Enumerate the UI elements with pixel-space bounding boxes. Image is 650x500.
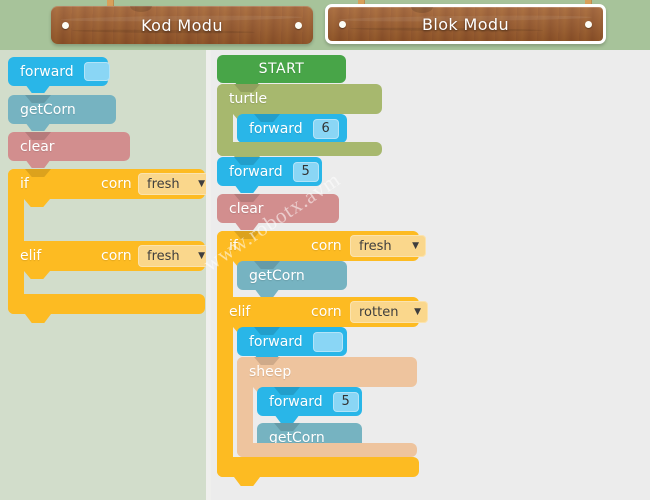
block-notch	[25, 84, 51, 93]
workspace-start-block[interactable]: START	[217, 55, 346, 90]
palette-block-if-elif[interactable]: if corn fresh ▼ elif corn fresh ▼	[8, 169, 212, 323]
mode-tab-bar: Kod Modu Blok Modu	[0, 0, 650, 50]
palette-if-state-dropdown[interactable]: fresh ▼	[138, 173, 212, 195]
workspace-sheep-header[interactable]: sheep	[237, 357, 417, 387]
workspace-clear-label: clear	[229, 200, 264, 217]
workspace-elif-variable: corn	[311, 304, 342, 320]
palette-forward-value-slot[interactable]	[83, 62, 110, 81]
workspace-forward-elif-value[interactable]	[312, 331, 343, 352]
control-block-foot	[237, 443, 417, 457]
workspace-forward-elif-label: forward	[249, 333, 303, 350]
workspace-forward-sheep-label: forward	[269, 393, 323, 410]
palette-if-state-value: fresh	[147, 176, 180, 192]
workspace-block-clear[interactable]: clear	[217, 194, 339, 230]
workspace-elif-header[interactable]: elif corn rotten ▼	[217, 297, 428, 327]
palette-block-forward[interactable]: forward	[8, 57, 110, 93]
chevron-down-icon: ▼	[198, 250, 205, 261]
palette-elif-variable: corn	[101, 248, 132, 264]
palette-block-clear-label: clear	[20, 138, 55, 155]
workspace-sheep-label: sheep	[249, 364, 292, 380]
workspace-if-header[interactable]: if corn fresh ▼	[217, 231, 426, 261]
workspace-forward-nested-value[interactable]: 6	[312, 118, 339, 139]
block-palette-panel: forward getCorn clear if corn fresh ▼ el…	[0, 50, 212, 500]
palette-block-getcorn[interactable]: getCorn	[8, 95, 116, 131]
palette-elif-label: elif	[20, 248, 42, 264]
elif-body-notch	[24, 271, 50, 279]
block-notch	[234, 221, 260, 230]
tab-kod-modu-label: Kod Modu	[141, 15, 223, 35]
app-root: Kod Modu Blok Modu forward getCorn clear	[0, 0, 650, 500]
chevron-down-icon: ▼	[414, 306, 421, 317]
palette-if-variable: corn	[101, 176, 132, 192]
workspace-if-state-dropdown[interactable]: fresh ▼	[350, 235, 426, 257]
control-block-foot	[217, 142, 382, 156]
block-notch	[25, 314, 51, 323]
chevron-down-icon: ▼	[412, 240, 419, 251]
palette-if-header[interactable]: if corn fresh ▼	[8, 169, 212, 199]
workspace-start-label: START	[258, 61, 305, 77]
tab-blok-modu-label: Blok Modu	[421, 14, 510, 34]
block-notch	[254, 288, 280, 297]
workspace-forward-value[interactable]: 5	[292, 161, 319, 182]
palette-block-clear[interactable]: clear	[8, 132, 130, 168]
palette-elif-state-value: fresh	[147, 248, 180, 264]
workspace-if-state-value: fresh	[359, 238, 392, 254]
palette-elif-header[interactable]: elif corn fresh ▼	[8, 241, 212, 271]
workspace-forward-label: forward	[229, 163, 283, 180]
workspace-block-forward[interactable]: forward 5	[217, 157, 322, 193]
palette-block-forward-label: forward	[20, 63, 74, 80]
workspace-block-sheep[interactable]: sheep forward 5 getCorn	[237, 357, 417, 466]
block-notch	[25, 122, 51, 131]
tab-blok-modu[interactable]: Blok Modu	[325, 4, 606, 44]
workspace-block-forward-nested[interactable]: forward 6	[237, 114, 347, 150]
block-notch	[234, 477, 260, 486]
palette-if-label: if	[20, 176, 29, 192]
workspace-turtle-header[interactable]: turtle	[217, 84, 382, 114]
workspace-elif-state-value: rotten	[359, 304, 399, 320]
workspace-elif-state-dropdown[interactable]: rotten ▼	[350, 301, 428, 323]
workspace-turtle-label: turtle	[229, 91, 268, 107]
block-notch	[25, 159, 51, 168]
workspace-forward-nested-label: forward	[249, 120, 303, 137]
palette-block-getcorn-label: getCorn	[20, 101, 76, 118]
chevron-down-icon: ▼	[198, 178, 205, 189]
workspace-block-forward-elif[interactable]: forward	[237, 327, 347, 363]
block-notch	[274, 414, 300, 423]
workspace-block-if-elif[interactable]: if corn fresh ▼ getCorn elif corn rotten	[217, 231, 428, 486]
workspace-block-forward-sheep[interactable]: forward 5	[257, 387, 362, 423]
workspace-forward-sheep-value[interactable]: 5	[332, 391, 359, 412]
control-block-foot	[8, 294, 205, 314]
tab-kod-modu[interactable]: Kod Modu	[51, 6, 313, 44]
workspace-block-turtle[interactable]: turtle forward 6	[217, 84, 382, 165]
workspace-if-variable: corn	[311, 238, 342, 254]
block-notch	[234, 184, 260, 193]
control-block-foot	[217, 457, 419, 477]
block-workspace-panel[interactable]: START turtle forward 6 forward 5 clear i…	[211, 50, 650, 500]
workspace-getcorn-if-label: getCorn	[249, 267, 305, 284]
workspace-if-label: if	[229, 238, 238, 254]
workspace-elif-label: elif	[229, 304, 251, 320]
workspace-block-getcorn-if[interactable]: getCorn	[237, 261, 347, 297]
if-body-notch	[24, 199, 50, 207]
palette-elif-state-dropdown[interactable]: fresh ▼	[138, 245, 212, 267]
control-block-spine	[217, 231, 233, 477]
